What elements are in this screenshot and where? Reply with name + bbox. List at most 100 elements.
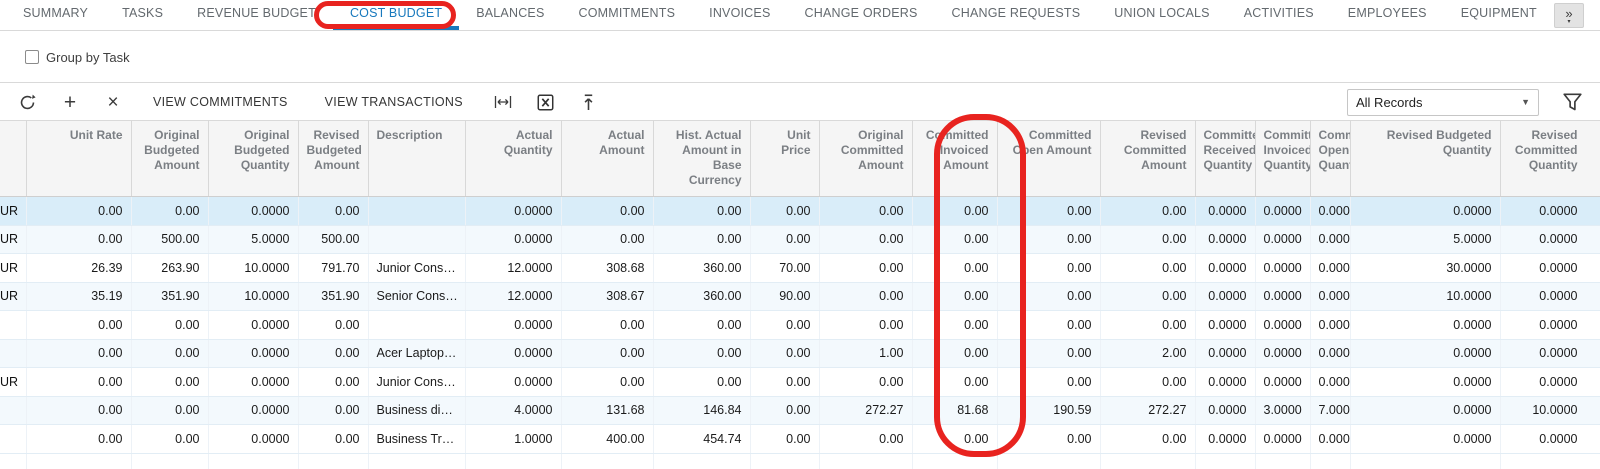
table-cell[interactable]: 0.0000 bbox=[1310, 339, 1350, 368]
table-cell[interactable]: 10.0000 bbox=[208, 254, 298, 283]
table-cell[interactable]: 0.0000 bbox=[465, 311, 561, 340]
tab-equipment[interactable]: EQUIPMENT bbox=[1444, 0, 1554, 30]
table-cell[interactable]: 0.00 bbox=[997, 282, 1100, 311]
table-cell[interactable]: 0.0000 bbox=[1195, 197, 1255, 226]
table-cell[interactable]: 0.0000 bbox=[465, 368, 561, 397]
table-cell[interactable]: 0.00 bbox=[561, 339, 653, 368]
table-cell[interactable] bbox=[368, 197, 465, 226]
table-cell[interactable]: 0.00 bbox=[131, 311, 208, 340]
table-cell[interactable]: 360.00 bbox=[653, 282, 750, 311]
tab-tasks[interactable]: TASKS bbox=[105, 0, 180, 30]
table-cell[interactable]: 12.0000 bbox=[465, 282, 561, 311]
column-header-actual_amount[interactable]: Actual Amount bbox=[561, 121, 653, 197]
add-row-button[interactable]: + bbox=[55, 87, 85, 117]
table-cell[interactable]: 0.0000 bbox=[1195, 425, 1255, 454]
table-cell[interactable]: 0.0000 bbox=[1255, 368, 1310, 397]
table-cell[interactable]: 7.0000 bbox=[1310, 396, 1350, 425]
column-header-rev_comm_amount[interactable]: Revised Committed Amount bbox=[1100, 121, 1195, 197]
table-cell[interactable]: 0.0000 bbox=[1255, 225, 1310, 254]
column-header-rev_comm_qty[interactable]: Revised Committed Quantity bbox=[1500, 121, 1600, 197]
table-cell[interactable]: 0.00 bbox=[131, 197, 208, 226]
table-cell[interactable]: 500.00 bbox=[298, 225, 368, 254]
table-cell[interactable]: 0.0000 bbox=[1500, 282, 1600, 311]
column-header-comm_inv_amount[interactable]: Committed Invoiced Amount bbox=[912, 121, 997, 197]
table-cell[interactable]: 1.0000 bbox=[465, 425, 561, 454]
table-cell[interactable]: 0.00 bbox=[912, 368, 997, 397]
table-cell[interactable]: 0.00 bbox=[912, 197, 997, 226]
column-header-orig_budg_qty[interactable]: Original Budgeted Quantity bbox=[208, 121, 298, 197]
table-cell[interactable]: 0.00 bbox=[1100, 282, 1195, 311]
table-cell[interactable]: 0.00 bbox=[1100, 197, 1195, 226]
table-cell[interactable]: 0.00 bbox=[298, 339, 368, 368]
table-cell[interactable]: 0.00 bbox=[819, 225, 912, 254]
filter-settings-button[interactable] bbox=[1561, 91, 1584, 113]
table-cell[interactable]: 351.90 bbox=[298, 282, 368, 311]
table-cell[interactable]: 0.0000 bbox=[1255, 254, 1310, 283]
table-cell[interactable]: 0.00 bbox=[997, 368, 1100, 397]
table-cell[interactable]: 791.70 bbox=[298, 254, 368, 283]
table-cell[interactable]: 190.59 bbox=[997, 396, 1100, 425]
table-cell[interactable]: 0.0000 bbox=[1255, 282, 1310, 311]
table-cell[interactable]: 0.0000 bbox=[1500, 425, 1600, 454]
table-row[interactable]: UR0.000.000.00000.000.00000.000.000.000.… bbox=[0, 197, 1600, 226]
table-row[interactable]: UR0.00500.005.0000500.000.00000.000.000.… bbox=[0, 225, 1600, 254]
tab-employees[interactable]: EMPLOYEES bbox=[1331, 0, 1444, 30]
tab-revenue-budget[interactable]: REVENUE BUDGET bbox=[180, 0, 333, 30]
table-cell[interactable]: 0.00 bbox=[1100, 254, 1195, 283]
group-by-task-checkbox[interactable] bbox=[25, 50, 39, 64]
table-cell[interactable]: 0.0000 bbox=[1310, 311, 1350, 340]
table-cell[interactable]: 70.00 bbox=[750, 254, 819, 283]
table-cell[interactable]: 0.00 bbox=[819, 425, 912, 454]
table-cell[interactable]: 0.00 bbox=[997, 254, 1100, 283]
table-cell[interactable]: 0.0000 bbox=[1255, 197, 1310, 226]
table-cell[interactable]: 0.00 bbox=[561, 225, 653, 254]
table-cell[interactable]: 0.00 bbox=[131, 425, 208, 454]
table-cell[interactable]: 10.0000 bbox=[1500, 396, 1600, 425]
table-cell[interactable]: 0.00 bbox=[1100, 311, 1195, 340]
column-header-actual_qty[interactable]: Actual Quantity bbox=[465, 121, 561, 197]
table-row[interactable]: 0.000.000.00000.000.00000.000.000.000.00… bbox=[0, 311, 1600, 340]
tab-summary[interactable]: SUMMARY bbox=[6, 0, 105, 30]
tab-commitments[interactable]: COMMITMENTS bbox=[562, 0, 693, 30]
table-cell[interactable]: 0.00 bbox=[997, 425, 1100, 454]
table-row[interactable]: UR0.000.000.00000.00Junior Cons…0.00000.… bbox=[0, 368, 1600, 397]
table-cell[interactable]: 0.00 bbox=[561, 311, 653, 340]
table-cell[interactable]: 0.00 bbox=[26, 396, 131, 425]
table-cell[interactable]: 0.00 bbox=[26, 425, 131, 454]
table-cell[interactable]: 0.00 bbox=[750, 197, 819, 226]
view-commitments-button[interactable]: VIEW COMMITMENTS bbox=[141, 87, 300, 117]
table-cell[interactable]: 0.0000 bbox=[208, 425, 298, 454]
table-cell[interactable]: 90.00 bbox=[750, 282, 819, 311]
table-cell[interactable]: 0.00 bbox=[26, 339, 131, 368]
table-cell[interactable]: 0.00 bbox=[750, 368, 819, 397]
table-row[interactable]: UR35.19351.9010.0000351.90Senior Cons…12… bbox=[0, 282, 1600, 311]
column-header-comm_recv_qty[interactable]: Committed Received Quantity bbox=[1195, 121, 1255, 197]
table-cell[interactable]: 0.00 bbox=[819, 282, 912, 311]
table-cell[interactable]: 0.00 bbox=[819, 368, 912, 397]
table-cell[interactable]: UR bbox=[0, 254, 26, 283]
table-cell[interactable]: 0.00 bbox=[750, 311, 819, 340]
tab-balances[interactable]: BALANCES bbox=[459, 0, 561, 30]
table-cell[interactable]: 308.68 bbox=[561, 254, 653, 283]
column-header-unit_rate[interactable]: Unit Rate bbox=[26, 121, 131, 197]
column-header-uom[interactable] bbox=[0, 121, 26, 197]
table-cell[interactable]: 0.0000 bbox=[1350, 425, 1500, 454]
column-header-comm_open_qty[interactable]: Committed Open Quantity bbox=[1310, 121, 1350, 197]
table-cell[interactable]: 0.0000 bbox=[1195, 339, 1255, 368]
table-cell[interactable]: 0.00 bbox=[997, 311, 1100, 340]
table-cell[interactable]: 35.19 bbox=[26, 282, 131, 311]
table-cell[interactable]: 0.00 bbox=[653, 225, 750, 254]
table-cell[interactable]: 0.0000 bbox=[1310, 368, 1350, 397]
table-cell[interactable]: 0.00 bbox=[819, 197, 912, 226]
table-cell[interactable]: 0.00 bbox=[131, 396, 208, 425]
table-cell[interactable]: 0.00 bbox=[298, 368, 368, 397]
table-cell[interactable]: 0.00 bbox=[653, 368, 750, 397]
table-cell[interactable]: 10.0000 bbox=[1350, 282, 1500, 311]
table-cell[interactable]: 0.0000 bbox=[1500, 197, 1600, 226]
table-cell[interactable]: 0.0000 bbox=[1310, 282, 1350, 311]
column-header-orig_comm_amount[interactable]: Original Committed Amount bbox=[819, 121, 912, 197]
table-cell[interactable]: 0.0000 bbox=[1195, 282, 1255, 311]
export-button[interactable] bbox=[574, 87, 604, 117]
table-cell[interactable]: UR bbox=[0, 197, 26, 226]
table-cell[interactable]: 0.00 bbox=[298, 311, 368, 340]
